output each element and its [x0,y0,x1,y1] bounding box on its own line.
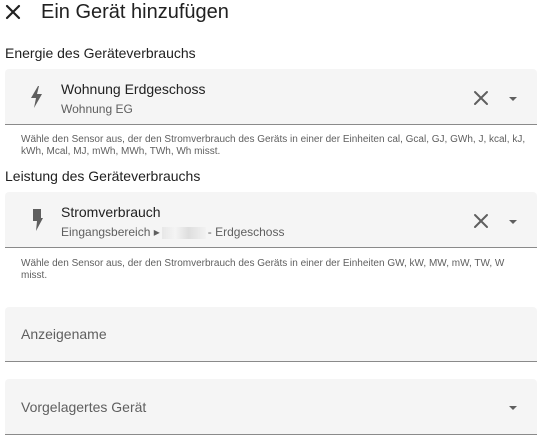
flash-icon [29,208,45,232]
power-sensor-name: Stromverbrauch [61,204,161,220]
energy-clear-button[interactable] [472,89,490,107]
clear-icon [474,91,488,105]
display-name-field[interactable] [5,307,537,362]
upstream-device-dropdown-button[interactable] [507,401,519,413]
energy-sensor-name: Wohnung Erdgeschoss [61,81,206,97]
upstream-device-label: Vorgelagertes Gerät [21,399,147,415]
energy-sensor-area: Wohnung EG [61,102,133,116]
redacted-area-name [161,226,206,239]
power-sensor-picker[interactable]: Stromverbrauch Eingangsbereich ▸ - Erdges… [5,192,537,248]
close-icon [5,4,21,20]
dialog-title: Ein Gerät hinzufügen [41,1,229,23]
energy-sensor-picker[interactable]: Wohnung Erdgeschoss Wohnung EG [5,69,537,125]
upstream-device-select[interactable]: Vorgelagertes Gerät [5,379,537,435]
close-button[interactable] [3,2,23,22]
add-device-dialog: Ein Gerät hinzufügen Energie des Gerätev… [0,0,537,442]
chevron-down-icon [509,406,517,410]
power-sensor-path-suffix: - Erdgeschoss [207,225,285,239]
power-helper-text: Wähle den Sensor aus, der den Stromverbr… [21,258,505,281]
power-dropdown-button[interactable] [507,215,519,227]
power-sensor-path-prefix: Eingangsbereich ▸ [61,225,160,239]
energy-section-label: Energie des Geräteverbrauchs [5,45,196,61]
power-sensor-path: Eingangsbereich ▸ - Erdgeschoss [61,225,284,239]
energy-helper-text: Wähle den Sensor aus, der den Stromverbr… [21,134,526,157]
energy-dropdown-button[interactable] [507,92,519,104]
chevron-down-icon [509,97,517,101]
dialog-header: Ein Gerät hinzufügen [0,0,537,24]
chevron-down-icon [509,220,517,224]
power-clear-button[interactable] [472,212,490,230]
lightning-bolt-icon [29,85,45,109]
clear-icon [474,214,488,228]
power-section-label: Leistung des Geräteverbrauchs [5,168,201,184]
display-name-input[interactable] [5,307,537,361]
